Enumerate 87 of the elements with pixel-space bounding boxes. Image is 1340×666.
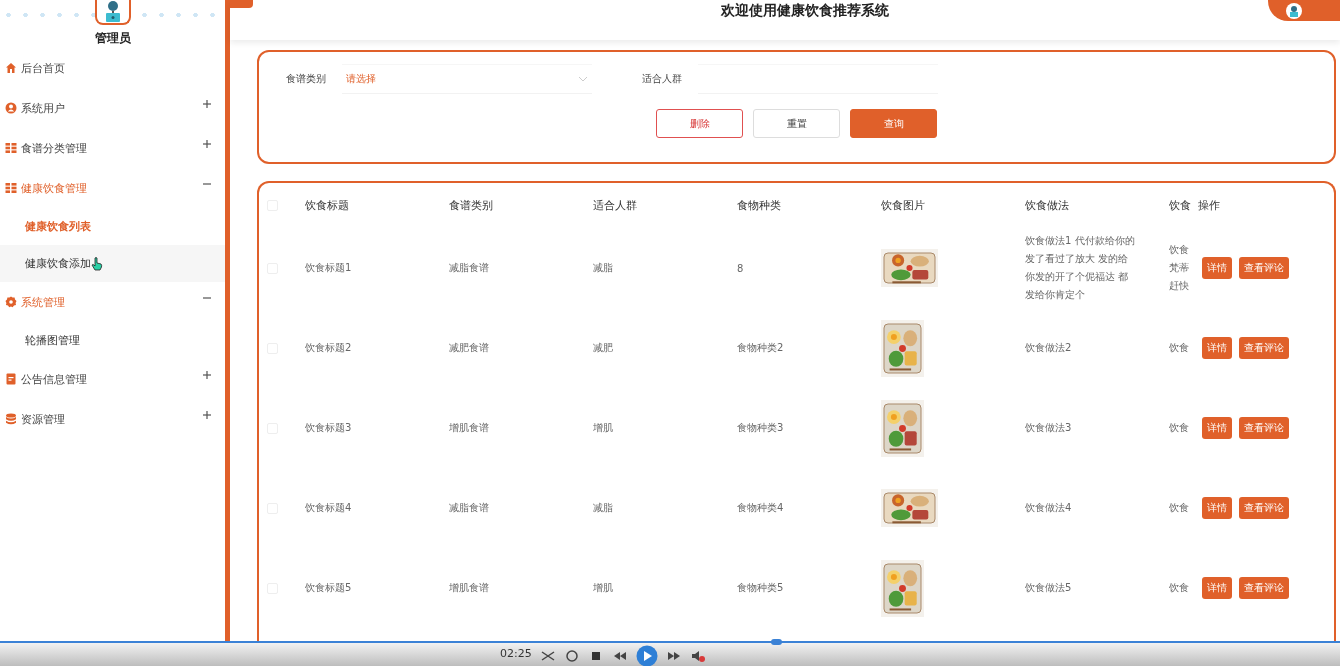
details-button[interactable]: 详情 (1202, 257, 1232, 279)
menu-item[interactable]: 后台首页 (0, 48, 225, 88)
table-cell: 饮食标题4 (305, 501, 352, 515)
delete-button[interactable]: 删除 (656, 109, 743, 138)
document-icon (5, 373, 17, 385)
comments-button[interactable]: 查看评论 (1239, 257, 1289, 279)
hand-cursor-icon (91, 256, 103, 271)
table-cell-text: 饮食做法2 (1025, 341, 1073, 355)
column-header: 饮食标题 (305, 198, 349, 213)
menu-item[interactable]: 食谱分类管理 (0, 128, 225, 168)
comments-button[interactable]: 查看评论 (1239, 337, 1289, 359)
column-header: 饮食做法 (1025, 198, 1069, 213)
table-cell-text: 饮食 (1169, 341, 1190, 355)
table-cell: 食物种类5 (737, 581, 784, 595)
plus-icon (203, 100, 211, 108)
column-header: 操作 (1198, 198, 1220, 213)
table-cell: 增肌 (593, 581, 613, 595)
menu-item[interactable]: 健康饮食管理 (0, 168, 225, 208)
table-cell-text: 饮食 (1169, 581, 1190, 595)
table-cell-text: 饮食做法4 (1025, 501, 1073, 515)
comments-button[interactable]: 查看评论 (1239, 417, 1289, 439)
user-name: 管理员 (94, 30, 131, 47)
table-cell: 饮食标题3 (305, 421, 352, 435)
menu-item[interactable]: 系统用户 (0, 88, 225, 128)
minus-icon (203, 294, 211, 302)
database-icon (5, 413, 17, 425)
user-icon (5, 102, 17, 114)
details-button[interactable]: 详情 (1202, 577, 1232, 599)
table-cell: 饮食标题1 (305, 261, 352, 275)
details-button[interactable]: 详情 (1202, 417, 1232, 439)
table-cell-text: 饮食 (1169, 421, 1190, 435)
table-cell: 增肌食谱 (449, 581, 489, 595)
table-cell: 8 (737, 262, 744, 274)
submenu-item[interactable]: 轮播图管理 (0, 322, 225, 359)
table-cell-text: 饮食做法5 (1025, 581, 1073, 595)
home-icon (5, 62, 17, 74)
minus-icon (203, 180, 211, 188)
comments-button[interactable]: 查看评论 (1239, 577, 1289, 599)
details-button[interactable]: 详情 (1202, 497, 1232, 519)
table-cell-text: 饮食梵蒂赶快 (1169, 243, 1190, 293)
select-field[interactable]: 请选择 (342, 64, 592, 94)
table-cell: 减肥 (593, 341, 613, 355)
avatar-icon (1286, 2, 1302, 19)
table-cell: 食物种类3 (737, 421, 784, 435)
plus-icon (203, 411, 211, 419)
column-header: 适合人群 (593, 198, 637, 213)
user-badge[interactable] (1268, 0, 1340, 21)
reset-button[interactable]: 重置 (753, 109, 840, 138)
submenu-item[interactable]: 健康饮食列表 (0, 208, 225, 245)
table-cell: 增肌 (593, 421, 613, 435)
table-cell: 饮食标题5 (305, 581, 352, 595)
grid-icon (5, 142, 17, 154)
table-cell: 食物种类2 (737, 341, 784, 355)
field-label: 适合人群 (642, 72, 683, 86)
details-button[interactable]: 详情 (1202, 337, 1232, 359)
table-cell: 食物种类4 (737, 501, 784, 515)
table-cell: 减脂 (593, 261, 613, 275)
menu-item[interactable]: 系统管理 (0, 282, 225, 322)
chevron-down-icon (578, 76, 588, 82)
search-button[interactable]: 查询 (850, 109, 937, 138)
table-cell-text: 饮食做法3 (1025, 421, 1073, 435)
table-cell-text: 饮食做法1 代付款给你的发了看过了放大 发的给你发的开了个伲福达 都发给你肯定个 (1025, 234, 1135, 302)
table-cell: 减脂食谱 (449, 501, 489, 515)
table-cell: 增肌食谱 (449, 421, 489, 435)
column-header: 饮食图片 (881, 198, 925, 213)
table-cell-text: 饮食 (1169, 501, 1190, 515)
table-cell: 减肥食谱 (449, 341, 489, 355)
plus-icon (203, 371, 211, 379)
page-title: 欢迎使用健康饮食推荐系统 (721, 2, 889, 20)
menu-item[interactable]: 公告信息管理 (0, 359, 225, 399)
table-cell: 饮食标题2 (305, 341, 352, 355)
seek-thumb[interactable] (771, 639, 783, 645)
table-cell: 减脂食谱 (449, 261, 489, 275)
volume-icon[interactable] (690, 648, 706, 664)
grid-icon (5, 182, 17, 194)
submenu-item[interactable]: 健康饮食添加 (0, 245, 225, 282)
comments-button[interactable]: 查看评论 (1239, 497, 1289, 519)
table-cell: 减脂 (593, 501, 613, 515)
menu-item[interactable]: 资源管理 (0, 399, 225, 439)
column-header: 食谱类别 (449, 198, 493, 213)
playback-time: 02:25 (500, 647, 532, 660)
field-label: 食谱类别 (286, 72, 327, 86)
column-header: 饮食 (1169, 198, 1191, 213)
play-icon[interactable] (636, 645, 658, 666)
plus-icon (203, 140, 211, 148)
gear-icon (5, 296, 17, 308)
column-header: 食物种类 (737, 198, 781, 213)
